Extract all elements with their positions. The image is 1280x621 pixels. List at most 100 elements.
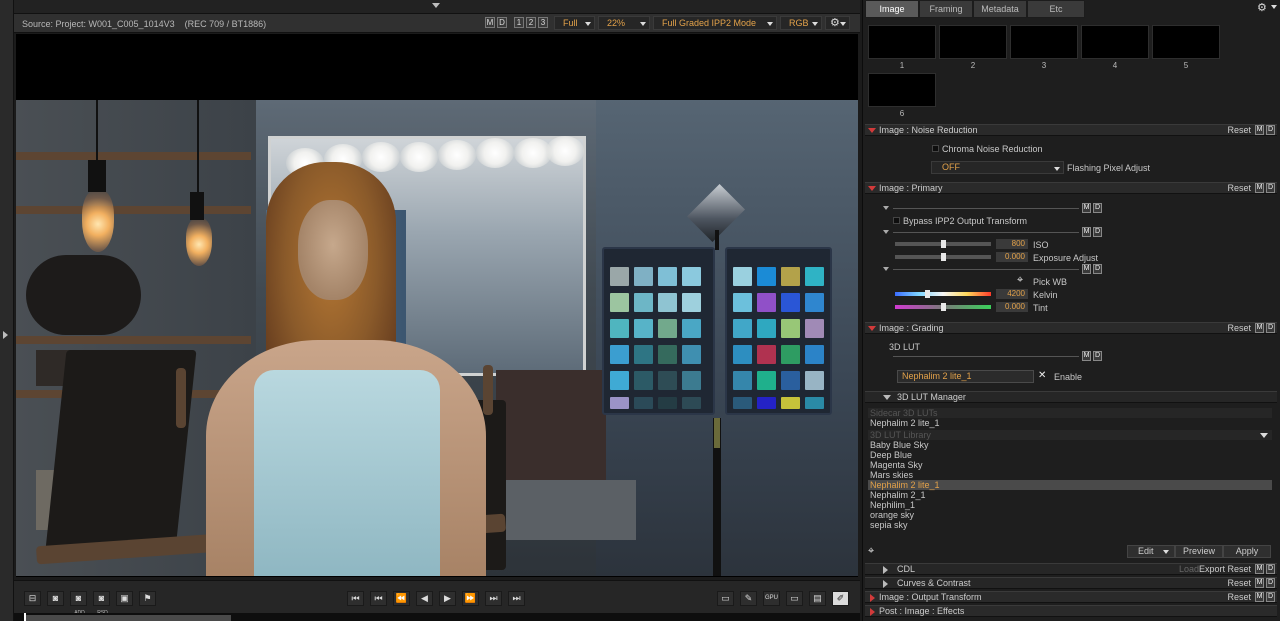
- expand-triangle-icon[interactable]: [883, 267, 889, 271]
- preview-button[interactable]: Preview: [1175, 545, 1223, 558]
- expand-triangle-icon[interactable]: [870, 594, 875, 602]
- viewer-m-button[interactable]: M: [485, 17, 495, 28]
- expand-left-arrow-icon[interactable]: [3, 331, 8, 339]
- export-frame-icon[interactable]: ▣: [116, 591, 133, 606]
- section-effects[interactable]: Post : Image : Effects: [865, 605, 1277, 617]
- clear-lut-icon[interactable]: ✕: [1038, 370, 1046, 381]
- collapse-triangle-icon[interactable]: [868, 186, 876, 191]
- step-back-icon[interactable]: ◀: [416, 591, 433, 606]
- chevron-down-icon[interactable]: [1260, 433, 1268, 438]
- library-header[interactable]: 3D LUT Library: [868, 430, 1272, 440]
- d-button[interactable]: D: [1266, 564, 1275, 574]
- list-item[interactable]: Deep Blue: [868, 450, 1272, 460]
- exposure-value[interactable]: 0.000: [996, 252, 1028, 262]
- list-item[interactable]: Nephalim 2 lite_1: [868, 418, 1272, 428]
- bypass-checkbox[interactable]: [893, 217, 900, 224]
- monitor-icon[interactable]: ▭: [717, 591, 734, 606]
- mode-dropdown[interactable]: Full Graded IPP2 Mode: [653, 16, 777, 30]
- collapse-triangle-icon[interactable]: [883, 395, 891, 400]
- panel-settings-gear-icon[interactable]: ⚙: [1257, 2, 1267, 14]
- d-button[interactable]: D: [1266, 578, 1275, 588]
- chevron-down-icon[interactable]: [1271, 5, 1277, 9]
- zoom-dropdown[interactable]: 22%: [598, 16, 650, 30]
- tint-value[interactable]: 0.000: [996, 302, 1028, 312]
- m-button[interactable]: M: [1255, 125, 1264, 135]
- preset-thumb-2[interactable]: [939, 25, 1007, 59]
- flashing-pixel-dropdown[interactable]: OFF: [931, 161, 1064, 174]
- list-item[interactable]: Nephilim_1: [868, 500, 1272, 510]
- crosshair-icon[interactable]: ⌖: [868, 545, 874, 558]
- d-button[interactable]: D: [1093, 203, 1102, 213]
- kelvin-slider-knob[interactable]: [925, 290, 930, 298]
- list-item-selected[interactable]: Nephalim 2 lite_1: [868, 480, 1272, 490]
- preset-thumb-3[interactable]: [1010, 25, 1078, 59]
- gpu-icon[interactable]: GPU: [763, 591, 780, 606]
- tab-etc[interactable]: Etc: [1027, 0, 1085, 18]
- m-button[interactable]: M: [1082, 203, 1091, 213]
- export-button[interactable]: Export: [1199, 564, 1225, 575]
- m-button[interactable]: M: [1082, 264, 1091, 274]
- pin-icon[interactable]: ✎: [740, 591, 757, 606]
- d-button[interactable]: D: [1093, 351, 1102, 361]
- view-1-button[interactable]: 1: [514, 17, 524, 28]
- tab-framing[interactable]: Framing: [919, 0, 973, 18]
- d-button[interactable]: D: [1266, 323, 1275, 333]
- timeline-scrubber[interactable]: [14, 613, 860, 621]
- reset-button[interactable]: Reset: [1227, 183, 1251, 194]
- section-output-transform[interactable]: Image : Output Transform Reset M D: [865, 591, 1277, 603]
- snapshot-camera-icon[interactable]: ◙: [47, 591, 64, 606]
- list-item[interactable]: orange sky: [868, 510, 1272, 520]
- collapse-top-arrow-icon[interactable]: [432, 3, 440, 8]
- reset-button[interactable]: Reset: [1227, 592, 1251, 603]
- m-button[interactable]: M: [1255, 183, 1264, 193]
- view-3-button[interactable]: 3: [538, 17, 548, 28]
- rsd-snapshot-icon[interactable]: ◙RSD: [93, 591, 110, 616]
- exposure-slider-knob[interactable]: [941, 253, 946, 261]
- view-2-button[interactable]: 2: [526, 17, 536, 28]
- prev-mark-icon[interactable]: ⏮: [370, 591, 387, 606]
- channel-dropdown[interactable]: RGB: [780, 16, 822, 30]
- kelvin-value[interactable]: 4200: [996, 289, 1028, 299]
- iso-slider-knob[interactable]: [941, 240, 946, 248]
- tint-slider-knob[interactable]: [941, 303, 946, 311]
- layout-toggle-icon[interactable]: ✐: [832, 591, 849, 606]
- expand-triangle-icon[interactable]: [883, 580, 888, 588]
- list-item[interactable]: sepia sky: [868, 520, 1272, 530]
- section-lut-manager[interactable]: 3D LUT Manager: [865, 391, 1277, 403]
- expand-triangle-icon[interactable]: [883, 206, 889, 210]
- reset-button[interactable]: Reset: [1227, 578, 1251, 589]
- list-item[interactable]: Mars skies: [868, 470, 1272, 480]
- resolution-dropdown[interactable]: Full: [554, 16, 595, 30]
- d-button[interactable]: D: [1093, 264, 1102, 274]
- list-item[interactable]: Nephalim 2_1: [868, 490, 1272, 500]
- reset-button[interactable]: Reset: [1227, 323, 1251, 334]
- m-button[interactable]: M: [1082, 351, 1091, 361]
- lut-name-field[interactable]: Nephalim 2 lite_1: [897, 370, 1034, 383]
- flag-icon[interactable]: ⚑: [139, 591, 156, 606]
- left-panel-strip[interactable]: [0, 0, 14, 621]
- tab-image[interactable]: Image: [865, 0, 919, 18]
- next-mark-icon[interactable]: ⏭: [485, 591, 502, 606]
- reset-button[interactable]: Reset: [1227, 564, 1251, 575]
- iso-value[interactable]: 800: [996, 239, 1028, 249]
- play-icon[interactable]: ▶: [439, 591, 456, 606]
- viewer-d-button[interactable]: D: [497, 17, 507, 28]
- filmstrip-icon[interactable]: ▤: [809, 591, 826, 606]
- go-to-end-icon[interactable]: ⏭: [508, 591, 525, 606]
- section-noise-reduction[interactable]: Image : Noise Reduction Reset M D: [865, 124, 1277, 136]
- section-curves[interactable]: Curves & Contrast Reset M D: [865, 577, 1277, 589]
- section-primary[interactable]: Image : Primary Reset M D: [865, 182, 1277, 194]
- m-button[interactable]: M: [1255, 564, 1264, 574]
- fast-forward-icon[interactable]: ⏩: [462, 591, 479, 606]
- list-item[interactable]: Baby Blue Sky: [868, 440, 1272, 450]
- expand-triangle-icon[interactable]: [883, 566, 888, 574]
- reset-button[interactable]: Reset: [1227, 125, 1251, 136]
- load-button[interactable]: Load: [1179, 564, 1199, 575]
- preset-thumb-4[interactable]: [1081, 25, 1149, 59]
- go-to-start-icon[interactable]: ⏮: [347, 591, 364, 606]
- edit-button[interactable]: Edit: [1127, 545, 1175, 558]
- video-viewer[interactable]: [16, 34, 858, 577]
- clip-tool-icon[interactable]: ⊟: [24, 591, 41, 606]
- d-button[interactable]: D: [1266, 125, 1275, 135]
- expand-triangle-icon[interactable]: [870, 608, 875, 616]
